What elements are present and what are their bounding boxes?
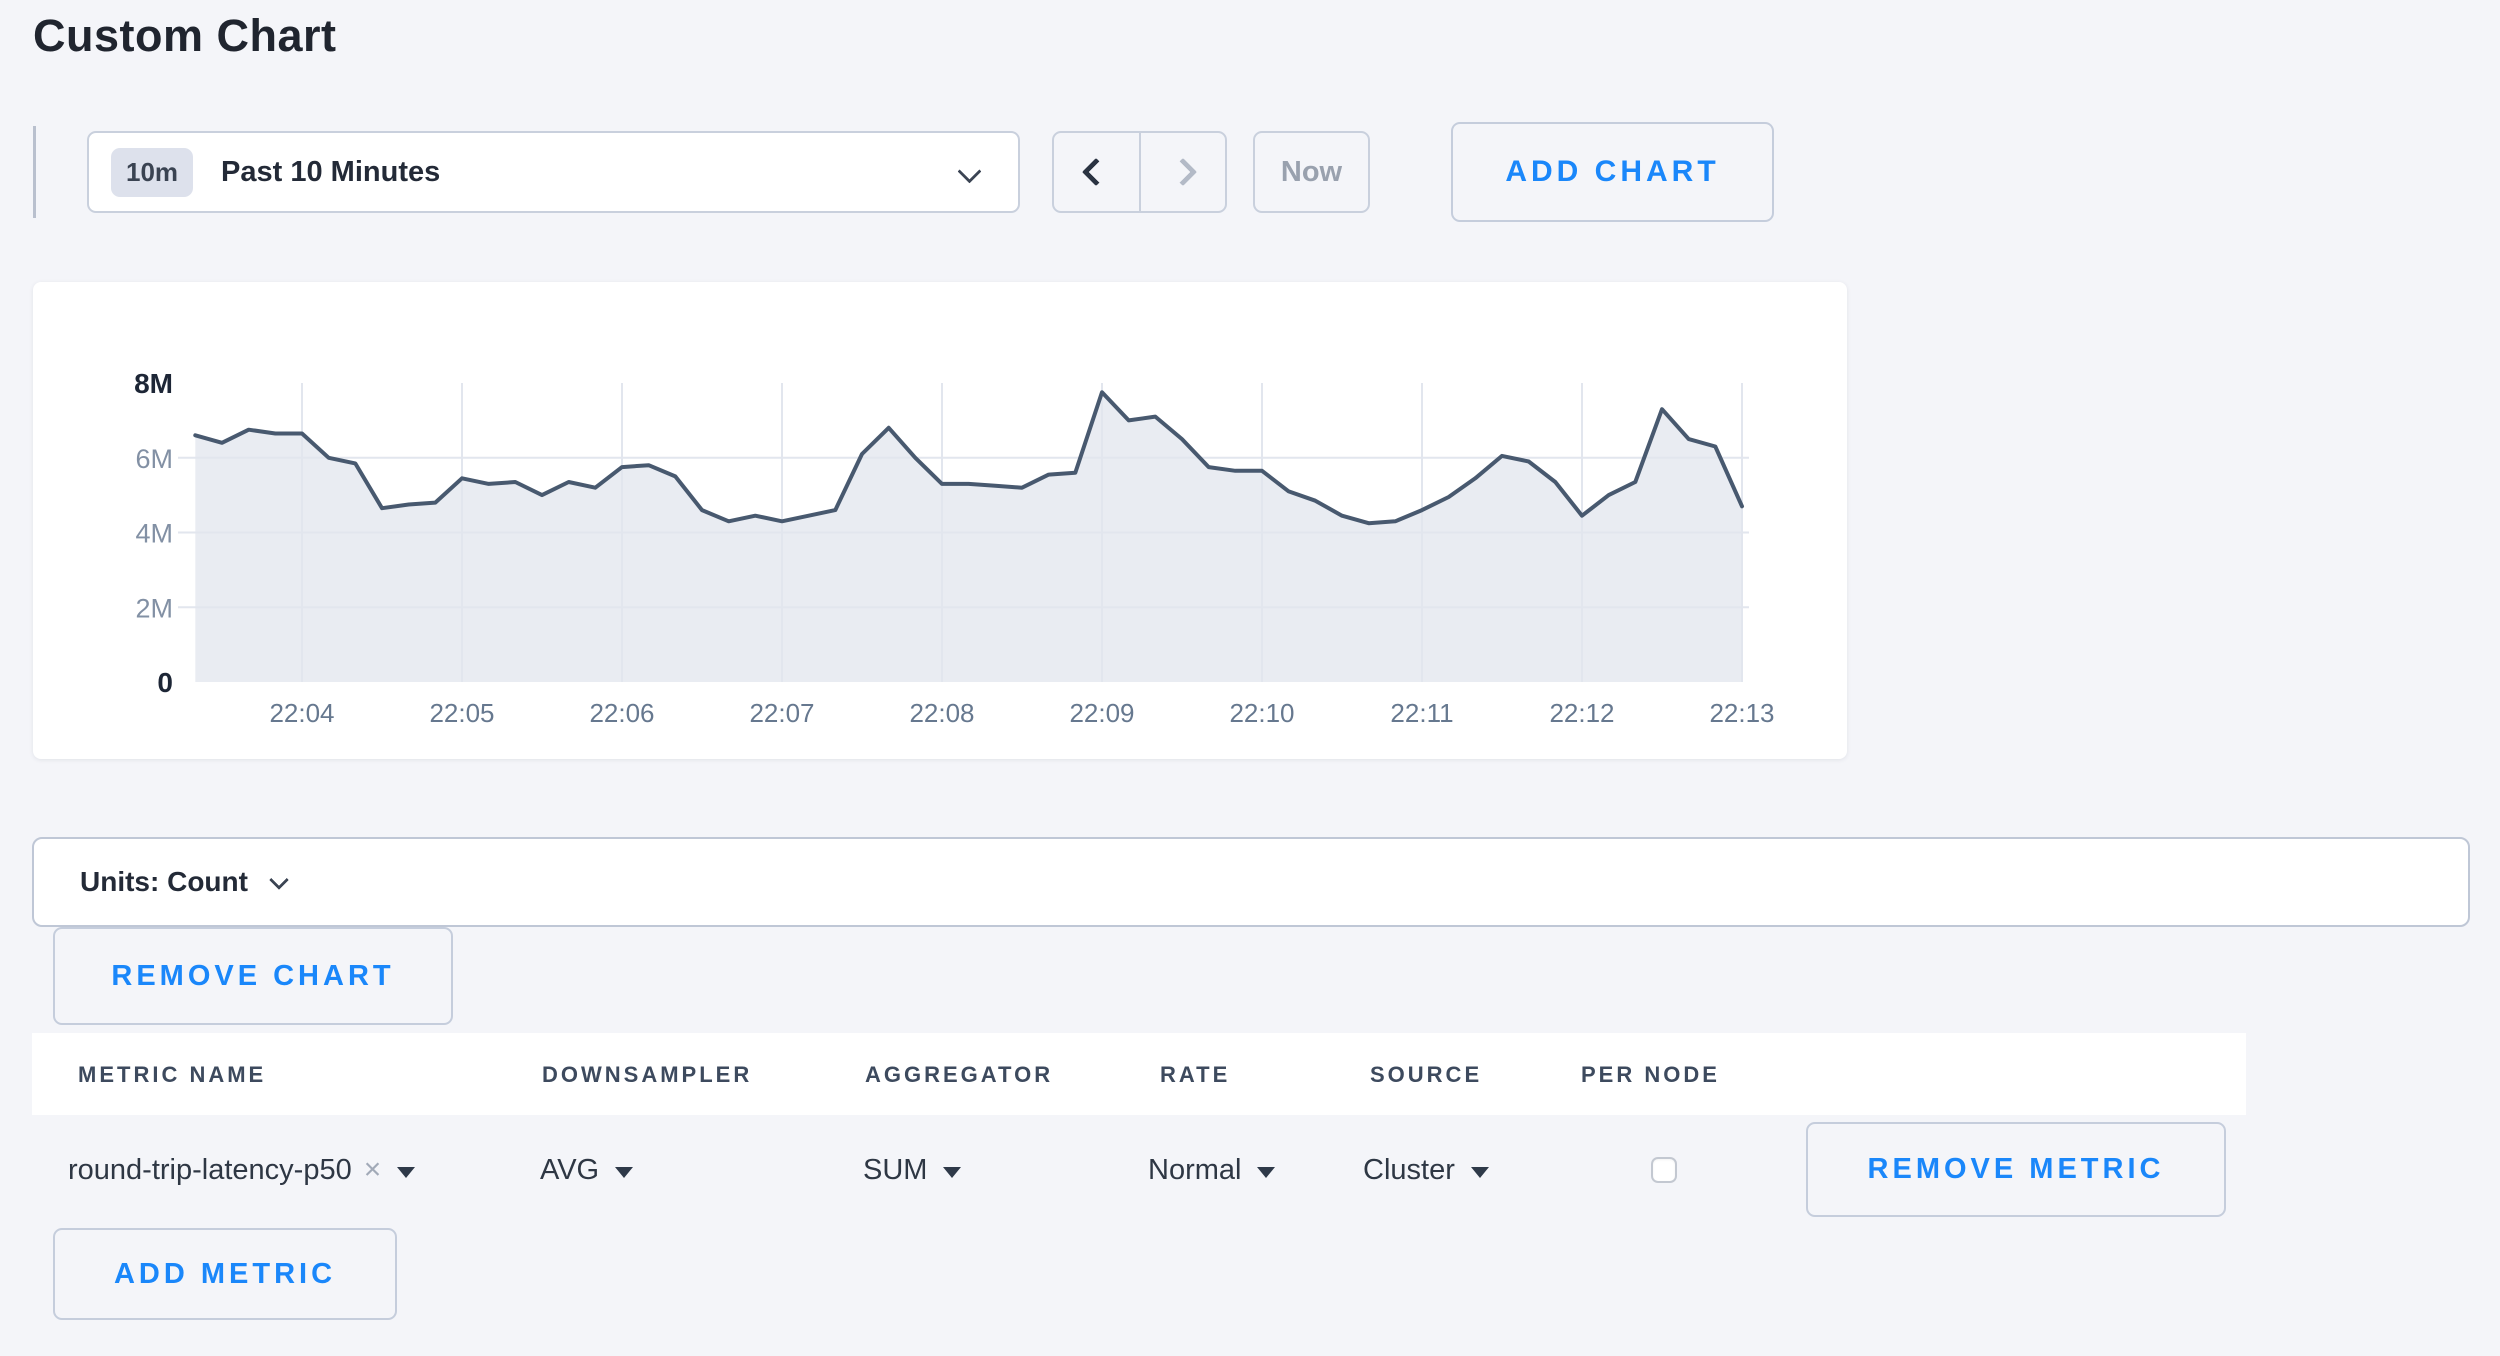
col-aggregator: AGGREGATOR (865, 1062, 1053, 1088)
metric-name-dropdown[interactable]: round-trip-latency-p50 × (68, 1122, 415, 1218)
chevron-left-icon (1082, 158, 1110, 186)
timeseries-chart: 0 2M 4M 6M 8M 22:04 22:05 22:06 22:07 22:08 22:09 2… (33, 282, 1847, 759)
prev-range-button[interactable] (1054, 133, 1141, 211)
col-downsampler: DOWNSAMPLER (542, 1062, 752, 1088)
svg-text:6M: 6M (135, 444, 173, 474)
svg-text:4M: 4M (135, 519, 173, 549)
source-value: Cluster (1363, 1154, 1455, 1187)
clear-metric-icon[interactable]: × (364, 1153, 382, 1187)
remove-metric-button[interactable]: REMOVE METRIC (1806, 1122, 2226, 1217)
downsampler-dropdown[interactable]: AVG (540, 1122, 633, 1218)
col-source: SOURCE (1370, 1062, 1482, 1088)
rate-dropdown[interactable]: Normal (1148, 1122, 1275, 1218)
time-range-badge: 10m (111, 148, 193, 197)
svg-text:8M: 8M (134, 368, 173, 399)
metric-name-value: round-trip-latency-p50 (68, 1154, 352, 1187)
svg-text:22:06: 22:06 (589, 698, 654, 728)
caret-down-icon (943, 1167, 961, 1178)
svg-text:22:07: 22:07 (749, 698, 814, 728)
downsampler-value: AVG (540, 1154, 599, 1187)
aggregator-dropdown[interactable]: SUM (863, 1122, 961, 1218)
next-range-button[interactable] (1141, 133, 1226, 211)
units-label: Units: Count (80, 866, 248, 898)
metric-row: round-trip-latency-p50 × AVG SUM Normal … (0, 1122, 2500, 1218)
units-dropdown[interactable]: Units: Count (32, 837, 2470, 927)
caret-down-icon (615, 1167, 633, 1178)
caret-down-icon (1471, 1167, 1489, 1178)
add-chart-button[interactable]: ADD CHART (1451, 122, 1774, 222)
chevron-down-icon (269, 870, 289, 890)
add-metric-button[interactable]: ADD METRIC (53, 1228, 397, 1320)
time-nav-group (1052, 131, 1227, 213)
svg-text:22:12: 22:12 (1549, 698, 1614, 728)
svg-text:22:09: 22:09 (1069, 698, 1134, 728)
svg-text:0: 0 (157, 667, 173, 698)
caret-down-icon (1257, 1167, 1275, 1178)
caret-down-icon (397, 1167, 415, 1178)
svg-text:22:11: 22:11 (1390, 698, 1453, 728)
col-rate: RATE (1160, 1062, 1230, 1088)
col-metric-name: METRIC NAME (78, 1062, 266, 1088)
svg-text:22:04: 22:04 (269, 698, 334, 728)
col-per-node: PER NODE (1581, 1062, 1720, 1088)
metrics-table-header: METRIC NAME DOWNSAMPLER AGGREGATOR RATE … (32, 1033, 2246, 1115)
chevron-right-icon (1169, 158, 1197, 186)
now-button[interactable]: Now (1253, 131, 1370, 213)
svg-text:22:08: 22:08 (909, 698, 974, 728)
remove-chart-button[interactable]: REMOVE CHART (53, 927, 453, 1025)
rate-value: Normal (1148, 1154, 1241, 1187)
time-range-dropdown[interactable]: 10m Past 10 Minutes (87, 131, 1020, 213)
custom-chart-page: Custom Chart 10m Past 10 Minutes Now ADD… (0, 0, 2500, 1356)
svg-text:22:05: 22:05 (429, 698, 494, 728)
svg-text:22:13: 22:13 (1709, 698, 1774, 728)
page-title: Custom Chart (33, 10, 337, 62)
chart-card: 0 2M 4M 6M 8M 22:04 22:05 22:06 22:07 22:08 22:09 2… (33, 282, 1847, 759)
svg-text:2M: 2M (135, 593, 173, 623)
svg-text:22:10: 22:10 (1229, 698, 1294, 728)
aggregator-value: SUM (863, 1154, 927, 1187)
per-node-checkbox[interactable] (1651, 1157, 1677, 1183)
chevron-down-icon (957, 159, 981, 183)
toolbar-divider (33, 126, 36, 218)
time-range-label: Past 10 Minutes (221, 156, 440, 189)
source-dropdown[interactable]: Cluster (1363, 1122, 1489, 1218)
